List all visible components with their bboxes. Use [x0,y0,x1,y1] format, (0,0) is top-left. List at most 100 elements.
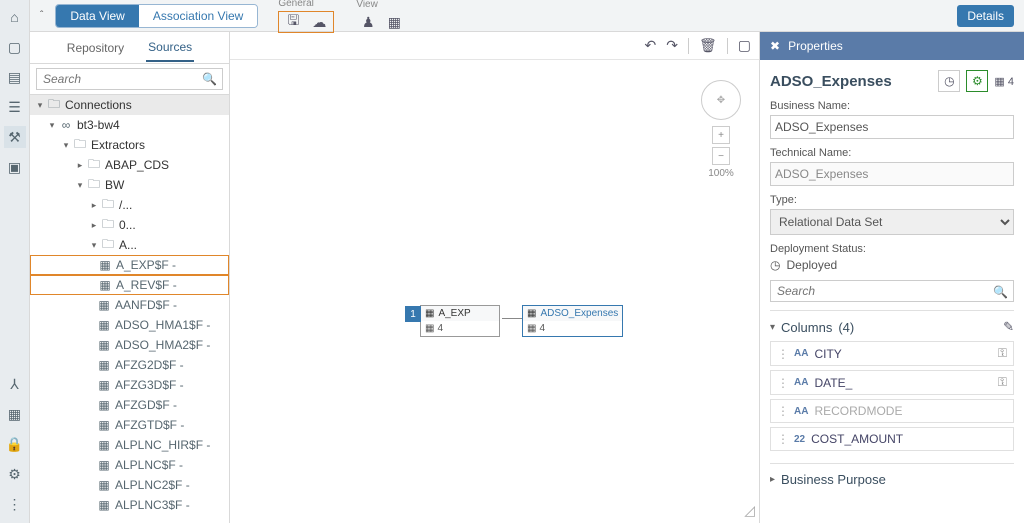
deploy-icon[interactable]: ☁ [307,12,331,32]
drag-icon[interactable]: ⋮ [777,376,789,390]
type-number-icon: 22 [794,434,805,445]
dots-icon[interactable]: ⋮ [4,493,26,515]
tree-label: /... [119,198,132,212]
node-a-exp[interactable]: 1 ▦A_EXP ▦4 [420,305,500,337]
toolbar-separator [688,38,689,54]
leaf-afzgtd[interactable]: ▦AFZGTD$F - [30,415,229,435]
leaf-afzg3d[interactable]: ▦AFZG3D$F - [30,375,229,395]
flow-canvas[interactable]: ✥ + − 100% 1 ▦A_EXP ▦4 ▦ADSO_Expenses ▦4… [230,60,759,523]
columns-icon: ▦ [425,323,434,334]
tree-label: ALPLNC3$F - [115,498,190,512]
leaf-aanfd[interactable]: ▦AANFD$F - [30,295,229,315]
leaf-alplnc[interactable]: ▦ALPLNC$F - [30,455,229,475]
delete-icon[interactable]: 🗑 [699,37,717,54]
tree-label: A... [119,238,137,252]
fullscreen-icon[interactable]: ▢ [738,37,751,54]
pan-wheel-icon[interactable]: ✥ [701,80,741,120]
resize-handle-icon[interactable]: ◿ [744,502,755,519]
business-name-input[interactable] [770,115,1014,139]
properties-search-input[interactable] [770,280,1014,302]
tab-sources[interactable]: Sources [146,34,194,62]
leaf-alplnc3[interactable]: ▦ALPLNC3$F - [30,495,229,515]
square-icon[interactable]: ▢ [4,36,26,58]
tree-label: AFZG3D$F - [115,378,184,392]
tree-label: ADSO_HMA2$F - [115,338,210,352]
column-row[interactable]: ⋮ AA RECORDMODE [770,399,1014,423]
card-icon[interactable]: ▣ [4,156,26,178]
clock-icon[interactable]: ◷ [938,70,960,92]
database-icon[interactable]: ☰ [4,96,26,118]
toolbar-separator [727,38,728,54]
leaf-a-rev[interactable]: ▦A_REV$F - [30,275,229,295]
zoom-out-button[interactable]: − [712,147,730,165]
tree-label: ALPLNC_HIR$F - [115,438,210,452]
table-view-icon[interactable]: ▦ [382,12,406,32]
tree-label: 0... [119,218,136,232]
node-bw[interactable]: ▾🗀BW [30,175,229,195]
type-text-icon: AA [794,406,808,417]
technical-name-label: Technical Name: [770,147,1014,159]
drag-icon[interactable]: ⋮ [777,404,789,418]
leaf-adso-hma2[interactable]: ▦ADSO_HMA2$F - [30,335,229,355]
column-row[interactable]: ⋮AACITY⚿ [770,341,1014,366]
node-connections[interactable]: ▾🗀Connections [30,95,229,115]
node-zero[interactable]: ▸🗀0... [30,215,229,235]
collapse-caret[interactable]: ˆ [40,10,43,21]
tree-label: A_REV$F - [116,278,177,292]
edit-icon[interactable]: ✎ [1003,319,1014,335]
edge[interactable] [502,318,522,320]
tree-label: AANFD$F - [115,298,177,312]
sidebar-search-input[interactable] [36,68,223,90]
key-icon: ⚿ [998,375,1007,390]
node-adso-expenses[interactable]: ▦ADSO_Expenses ▦4 [522,305,623,337]
column-name: RECORDMODE [814,404,1007,418]
node-abap-cds[interactable]: ▸🗀ABAP_CDS [30,155,229,175]
node-bt3-bw4[interactable]: ▾∞bt3-bw4 [30,115,229,135]
node-a-folder[interactable]: ▾🗀A... [30,235,229,255]
leaf-alplnc-hir[interactable]: ▦ALPLNC_HIR$F - [30,435,229,455]
tree-label: AFZGTD$F - [115,418,184,432]
key-icon: ⚿ [998,346,1007,361]
drag-icon[interactable]: ⋮ [777,432,789,446]
column-name: COST_AMOUNT [811,432,1007,446]
view-toggle: Data View Association View [55,4,258,28]
type-select[interactable]: Relational Data Set [770,209,1014,235]
node-extractors[interactable]: ▾🗀Extractors [30,135,229,155]
association-view-pill[interactable]: Association View [139,5,258,27]
tab-repository[interactable]: Repository [65,35,126,61]
search-icon[interactable]: 🔍 [993,285,1008,299]
leaf-alplnc2[interactable]: ▦ALPLNC2$F - [30,475,229,495]
column-row[interactable]: ⋮AADATE_⚿ [770,370,1014,395]
lock-icon[interactable]: 🔒 [4,433,26,455]
leaf-a-exp[interactable]: ▦A_EXP$F - [30,255,229,275]
settings-icon[interactable]: ⚙ [4,463,26,485]
redo-icon[interactable]: ↷ [666,37,678,54]
chevron-down-icon[interactable]: ▾ [770,322,775,333]
tree-label: Connections [65,98,132,112]
zoom-controls: ✥ + − 100% [701,80,741,179]
leaf-adso-hma1[interactable]: ▦ADSO_HMA1$F - [30,315,229,335]
chevron-right-icon[interactable]: ▸ [770,474,775,485]
column-name: DATE_ [814,376,997,390]
save-icon[interactable]: 🖫 [281,12,305,32]
grid-icon[interactable]: ▦ [4,403,26,425]
leaf-afzg2d[interactable]: ▦AFZG2D$F - [30,355,229,375]
drag-icon[interactable]: ⋮ [777,347,789,361]
zoom-in-button[interactable]: + [712,126,730,144]
share-icon[interactable]: ⅄ [4,373,26,395]
flow-icon[interactable]: ⚒ [4,126,26,148]
column-row[interactable]: ⋮ 22 COST_AMOUNT [770,427,1014,451]
user-view-icon[interactable]: ♟ [356,12,380,32]
data-icon[interactable]: ▤ [4,66,26,88]
properties-title: ADSO_Expenses [770,73,932,90]
deploy-badge-icon[interactable]: ⚙ [966,70,988,92]
home-icon[interactable]: ⌂ [4,6,26,28]
search-icon[interactable]: 🔍 [202,72,217,86]
data-view-pill[interactable]: Data View [56,5,138,27]
view-section-label: View [356,0,406,10]
node-slash[interactable]: ▸🗀/... [30,195,229,215]
leaf-afzgd[interactable]: ▦AFZGD$F - [30,395,229,415]
undo-icon[interactable]: ↶ [645,37,657,54]
details-button[interactable]: Details [957,5,1014,27]
tree-label: ALPLNC$F - [115,458,183,472]
